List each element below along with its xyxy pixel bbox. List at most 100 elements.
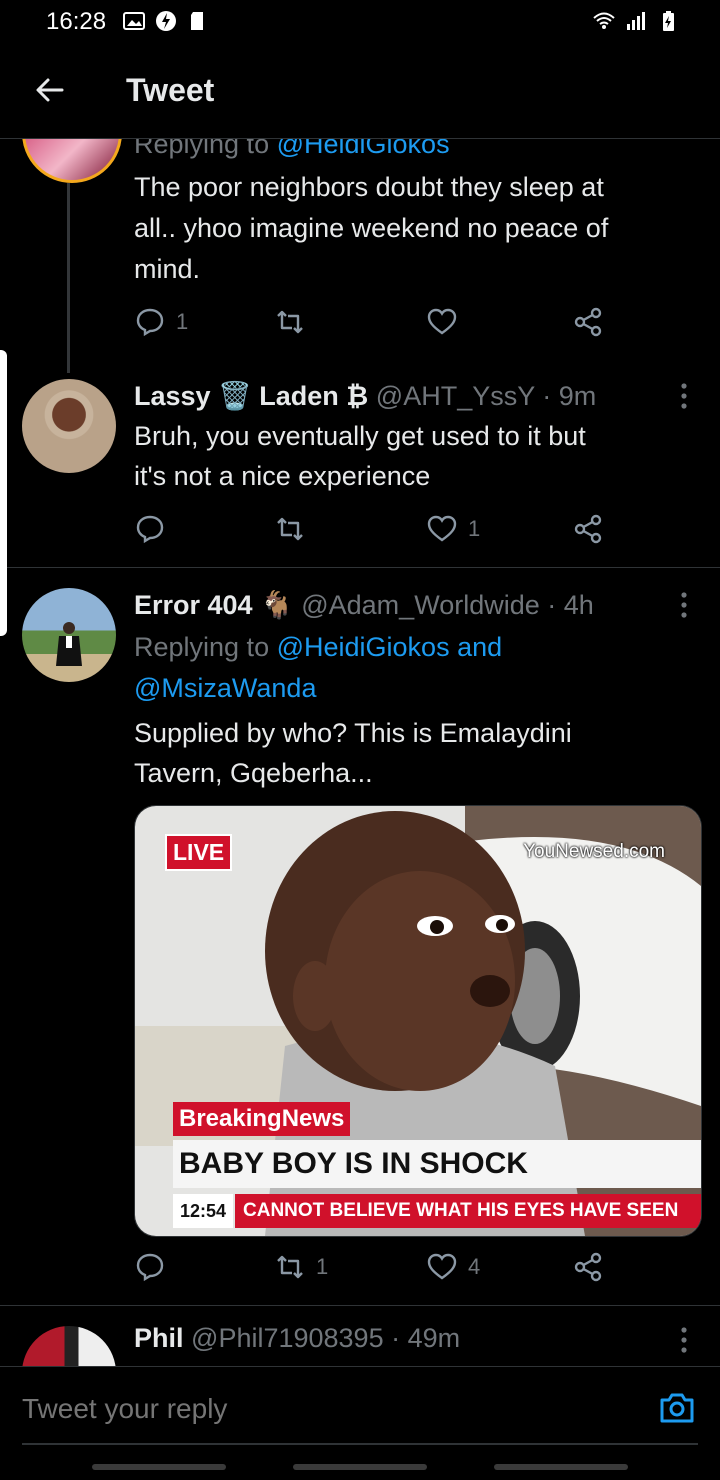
reply-icon: [136, 308, 164, 337]
retweet-icon: [277, 517, 303, 541]
reply-divider: [22, 1443, 698, 1445]
share-button[interactable]: [572, 513, 604, 545]
retweet-button[interactable]: [274, 306, 316, 338]
camera-icon[interactable]: [658, 1389, 696, 1427]
tweet-text-line: it's not a nice experience: [134, 461, 431, 491]
bitcoin-symbol: ₿: [346, 381, 369, 411]
mention-link[interactable]: @HeidiGiokos: [277, 632, 450, 662]
heart-icon: [427, 308, 457, 335]
more-options-icon[interactable]: [676, 1325, 692, 1355]
author-name[interactable]: Error 404: [134, 590, 253, 620]
person-figure: [56, 622, 82, 666]
heart-icon: [427, 515, 457, 542]
trash-emoji: 🗑️: [218, 381, 252, 411]
replying-to: Replying to @HeidiGiokos: [134, 139, 450, 160]
like-count: 4: [468, 1254, 481, 1279]
retweet-count: 1: [316, 1254, 329, 1279]
back-nav-button[interactable]: [494, 1464, 628, 1470]
retweet-icon: [277, 310, 303, 334]
replying-to-continued: @MsizaWanda: [134, 673, 316, 704]
like-button[interactable]: 4: [426, 1251, 480, 1283]
tweet-time[interactable]: 4h: [564, 590, 594, 620]
tweet-time[interactable]: 9m: [559, 381, 597, 411]
system-icons: [592, 10, 680, 32]
tweet-time[interactable]: 49m: [408, 1323, 461, 1353]
tweet-text-line: Bruh, you eventually get used to it but: [134, 421, 586, 451]
like-count: 1: [468, 516, 481, 541]
wifi-icon: [593, 12, 615, 29]
system-nav-bar: [0, 1450, 720, 1480]
status-time: 16:28: [46, 8, 107, 35]
tweet-actions: 1: [134, 306, 614, 346]
news-clock: 12:54: [173, 1194, 233, 1228]
mention-link[interactable]: @HeidiGiokos: [277, 139, 450, 159]
sd-card-icon: [191, 12, 203, 30]
reply-input[interactable]: [22, 1391, 582, 1427]
share-icon: [574, 307, 602, 337]
live-badge: LIVE: [165, 834, 233, 871]
more-options-icon[interactable]: [676, 381, 692, 411]
share-button[interactable]: [572, 1251, 604, 1283]
reply-button[interactable]: 1: [134, 306, 188, 338]
tweet-actions: 1: [134, 513, 614, 553]
edge-panel-handle[interactable]: [0, 350, 7, 636]
retweet-button[interactable]: 1: [274, 1251, 328, 1283]
reply-icon: [136, 1253, 164, 1282]
signal-icon: [627, 12, 645, 30]
goat-emoji: 🐐: [260, 590, 294, 620]
tweet-text-line: Tavern, Gqeberha...: [134, 758, 373, 788]
thread-line: [67, 183, 70, 373]
heart-icon: [427, 1253, 457, 1280]
tweet-divider: [0, 567, 720, 568]
author-handle[interactable]: @Adam_Worldwide: [301, 590, 540, 620]
reply-count: 1: [176, 309, 189, 334]
retweet-button[interactable]: [274, 513, 316, 545]
page-title: Tweet: [126, 72, 215, 108]
reply-button[interactable]: [134, 1251, 176, 1283]
tweet-text-line: The poor neighbors doubt they sleep at: [134, 172, 604, 202]
gallery-icon: [123, 12, 145, 30]
tweet-divider: [0, 1305, 720, 1306]
avatar[interactable]: [22, 588, 116, 682]
recents-nav-button[interactable]: [92, 1464, 226, 1470]
news-headline: BABY BOY IS IN SHOCK: [173, 1140, 701, 1188]
share-icon: [574, 514, 602, 544]
data-saver-icon: [156, 11, 176, 31]
author-name[interactable]: Phil: [134, 1323, 184, 1353]
battery-charging-icon: [663, 11, 674, 31]
reply-bar: [0, 1366, 720, 1447]
author-handle[interactable]: @Phil71908395: [191, 1323, 384, 1353]
notification-icons: [122, 10, 210, 32]
more-options-icon[interactable]: [676, 590, 692, 620]
mention-link[interactable]: @MsizaWanda: [134, 673, 316, 703]
share-icon: [574, 1252, 602, 1282]
tweet-text-line: mind.: [134, 254, 201, 284]
reply-icon: [136, 515, 164, 544]
tweet-actions: 1 4: [134, 1251, 614, 1291]
share-button[interactable]: [572, 306, 604, 338]
avatar[interactable]: [22, 379, 116, 473]
tweet-author-line: Lassy 🗑️ Laden ₿ @AHT_YssY · 9m: [134, 381, 597, 411]
retweet-icon: [277, 1255, 303, 1279]
tweet-media-image[interactable]: LIVE YouNewsed.com BreakingNews BABY BOY…: [134, 805, 702, 1237]
tweet-author-line: Phil @Phil71908395 · 49m: [134, 1323, 461, 1353]
watermark-text: YouNewsed.com: [523, 841, 665, 862]
breaking-news-label: BreakingNews: [173, 1102, 351, 1136]
tweet-text-line: Supplied by who? This is Emalaydini: [134, 718, 572, 748]
like-button[interactable]: 1: [426, 513, 480, 545]
tweet-header: Tweet: [0, 48, 720, 139]
status-bar: 16:28: [0, 0, 720, 44]
like-button[interactable]: [426, 306, 468, 338]
author-name[interactable]: Lassy: [134, 381, 211, 411]
author-name[interactable]: Laden: [259, 381, 339, 411]
news-ticker: CANNOT BELIEVE WHAT HIS EYES HAVE SEEN: [235, 1194, 701, 1228]
home-nav-button[interactable]: [293, 1464, 427, 1470]
conversation-feed[interactable]: Replying to @HeidiGiokos The poor neighb…: [0, 139, 720, 1366]
tweet-author-line: Error 404 🐐 @Adam_Worldwide · 4h: [134, 590, 594, 620]
tweet-text-line: all.. yhoo imagine weekend no peace of: [134, 213, 609, 243]
avatar[interactable]: [22, 139, 122, 183]
reply-button[interactable]: [134, 513, 176, 545]
back-arrow-icon[interactable]: [32, 72, 68, 108]
author-handle[interactable]: @AHT_YssY: [376, 381, 535, 411]
avatar[interactable]: [22, 1326, 116, 1366]
